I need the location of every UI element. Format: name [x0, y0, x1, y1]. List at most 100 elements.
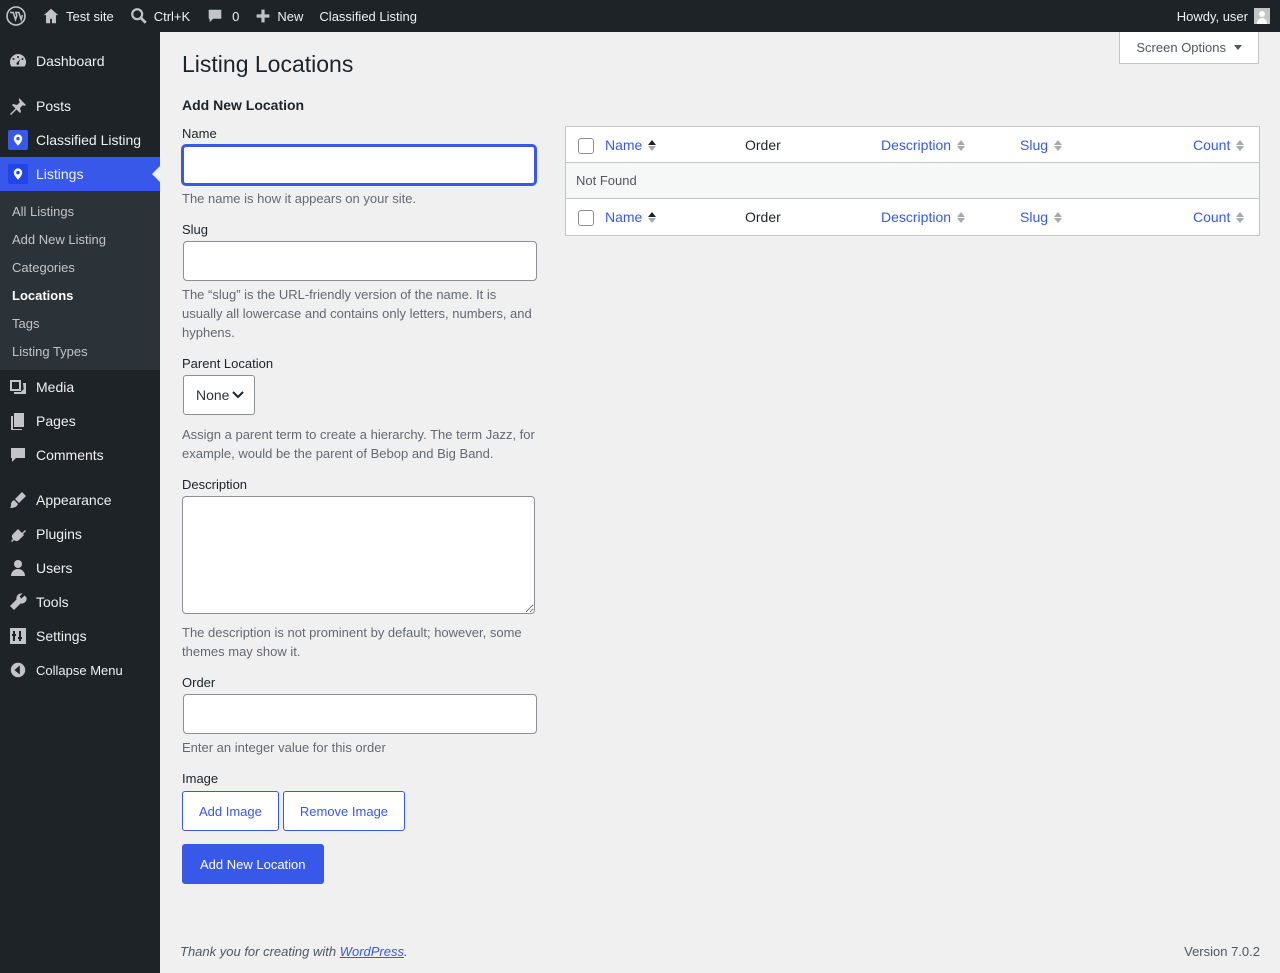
- location-pin-icon: [8, 130, 28, 150]
- column-description-label: Description: [881, 137, 952, 153]
- sidebar-item-posts[interactable]: Posts: [0, 89, 160, 123]
- wordpress-logo-icon[interactable]: [0, 0, 34, 32]
- parent-location-select[interactable]: None: [183, 375, 255, 415]
- user-icon: [8, 558, 28, 578]
- sidebar-label-settings: Settings: [36, 628, 87, 644]
- sidebar-item-listings[interactable]: Listings: [0, 157, 160, 191]
- sidebar-label-appearance: Appearance: [36, 492, 112, 508]
- slug-input[interactable]: [183, 241, 537, 281]
- submenu-add-new-listing[interactable]: Add New Listing: [0, 225, 160, 253]
- chevron-down-icon: [232, 391, 244, 399]
- caret-down-icon: [1234, 45, 1242, 50]
- add-new-location-button[interactable]: Add New Location: [182, 844, 324, 884]
- column-slug-label: Slug: [1020, 209, 1049, 225]
- sort-icon: [957, 211, 966, 223]
- table-header-row: Name Order Description Slug Count: [566, 127, 1259, 163]
- wrench-icon: [8, 592, 28, 612]
- sidebar-item-appearance[interactable]: Appearance: [0, 483, 160, 517]
- column-name-footer[interactable]: Name: [605, 199, 657, 235]
- sidebar-label-listings: Listings: [36, 166, 84, 182]
- table-footer-row: Name Order Description Slug Count: [566, 199, 1259, 235]
- remove-image-button[interactable]: Remove Image: [282, 791, 406, 831]
- column-order-footer: Order: [745, 209, 781, 225]
- column-count-label: Count: [1193, 209, 1231, 225]
- sidebar-label-posts: Posts: [36, 98, 72, 114]
- classified-listing-link[interactable]: Classified Listing: [311, 0, 425, 32]
- select-all-checkbox-bottom[interactable]: [578, 210, 594, 226]
- comment-icon: [206, 7, 224, 25]
- footer-version: Version 7.0.2: [1184, 944, 1260, 959]
- locations-table: Name Order Description Slug Count Not Fo…: [565, 126, 1260, 236]
- column-slug-footer[interactable]: Slug: [1020, 199, 1063, 235]
- screen-options-label: Screen Options: [1136, 40, 1226, 55]
- order-input[interactable]: [183, 694, 537, 734]
- sidebar-item-pages[interactable]: Pages: [0, 404, 160, 438]
- column-name-label: Name: [605, 209, 643, 225]
- sidebar-item-users[interactable]: Users: [0, 551, 160, 585]
- name-input[interactable]: [182, 145, 536, 185]
- account-menu[interactable]: Howdy, user: [1169, 0, 1280, 32]
- order-help: Enter an integer value for this order: [182, 740, 386, 755]
- location-pin-icon: [8, 164, 28, 184]
- avatar: [1254, 8, 1270, 24]
- column-count-label: Count: [1193, 137, 1231, 153]
- screen-options-button[interactable]: Screen Options: [1119, 32, 1259, 64]
- howdy-text: Howdy, user: [1176, 8, 1248, 24]
- new-label: New: [277, 8, 304, 24]
- sidebar-item-comments[interactable]: Comments: [0, 438, 160, 472]
- sidebar-label-tools: Tools: [36, 594, 69, 610]
- parent-location-help: Assign a parent term to create a hierarc…: [182, 427, 535, 461]
- dashboard-icon: [8, 51, 28, 71]
- column-slug-header[interactable]: Slug: [1020, 127, 1063, 163]
- image-buttons: Add Image Remove Image: [182, 791, 536, 831]
- admin-bar: Test site Ctrl+K 0 New Classified Listin…: [0, 0, 1280, 32]
- column-description-header[interactable]: Description: [881, 127, 966, 163]
- submenu-locations[interactable]: Locations: [0, 281, 160, 309]
- column-name-header[interactable]: Name: [605, 127, 657, 163]
- column-description-footer[interactable]: Description: [881, 199, 966, 235]
- description-label: Description: [182, 477, 248, 492]
- sidebar-item-media[interactable]: Media: [0, 370, 160, 404]
- collapse-menu-button[interactable]: Collapse Menu: [0, 653, 160, 687]
- sidebar-label-comments: Comments: [36, 447, 104, 463]
- settings-icon: [8, 626, 28, 646]
- column-count-header[interactable]: Count: [1193, 127, 1245, 163]
- description-textarea[interactable]: [182, 496, 535, 614]
- sidebar-label-classified: Classified Listing: [36, 132, 142, 148]
- sidebar-item-dashboard[interactable]: Dashboard: [0, 44, 160, 78]
- submenu-all-listings[interactable]: All Listings: [0, 197, 160, 225]
- select-all-checkbox[interactable]: [578, 138, 594, 154]
- wordpress-link[interactable]: WordPress: [340, 944, 404, 959]
- sidebar-label-users: Users: [36, 560, 73, 576]
- sort-icon: [1236, 211, 1245, 223]
- sidebar-label-pages: Pages: [36, 413, 76, 429]
- column-count-footer[interactable]: Count: [1193, 199, 1245, 235]
- sidebar-item-tools[interactable]: Tools: [0, 585, 160, 619]
- pushpin-icon: [8, 96, 28, 116]
- submenu-tags[interactable]: Tags: [0, 309, 160, 337]
- submenu-categories[interactable]: Categories: [0, 253, 160, 281]
- sidebar-item-plugins[interactable]: Plugins: [0, 517, 160, 551]
- sidebar-label-media: Media: [36, 379, 75, 395]
- add-image-button[interactable]: Add Image: [182, 791, 279, 831]
- parent-location-label: Parent Location: [182, 356, 274, 371]
- site-name-link[interactable]: Test site: [34, 0, 122, 32]
- submenu-listing-types[interactable]: Listing Types: [0, 337, 160, 365]
- new-content-link[interactable]: New: [247, 0, 311, 32]
- sidebar-label-dashboard: Dashboard: [36, 53, 105, 69]
- slug-help: The “slug” is the URL-friendly version o…: [182, 287, 532, 340]
- sidebar-item-settings[interactable]: Settings: [0, 619, 160, 653]
- page-title: Listing Locations: [182, 51, 354, 77]
- table-empty-row: Not Found: [566, 163, 1259, 199]
- name-label: Name: [182, 126, 217, 141]
- pages-icon: [8, 411, 28, 431]
- sidebar-item-classified-listing[interactable]: Classified Listing: [0, 123, 160, 157]
- collapse-menu-label: Collapse Menu: [36, 662, 123, 678]
- search-command[interactable]: Ctrl+K: [122, 0, 198, 32]
- sidebar-label-plugins: Plugins: [36, 526, 82, 542]
- comments-link[interactable]: 0: [198, 0, 247, 32]
- footer-thanks-period: .: [404, 944, 408, 959]
- column-order-header: Order: [745, 137, 781, 153]
- footer-thanks-text: Thank you for creating with: [180, 944, 340, 959]
- column-description-label: Description: [881, 209, 952, 225]
